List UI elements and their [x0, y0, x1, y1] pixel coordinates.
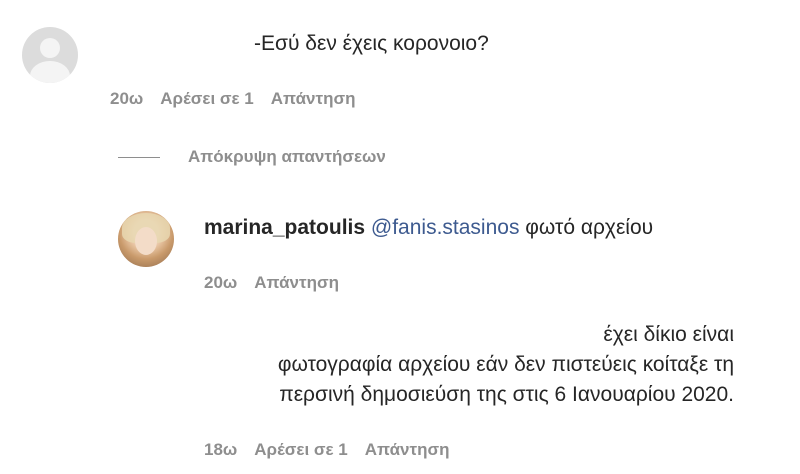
reply-body-line-1: έχει δίκιο είναι — [603, 323, 734, 346]
avatar-body-shape — [30, 61, 70, 83]
comment-timestamp[interactable]: 20ω — [110, 89, 143, 109]
reply-body: έχει δίκιο είναι φωτογραφία αρχείου εάν … — [200, 320, 734, 410]
reply-timestamp[interactable]: 18ω — [204, 440, 237, 460]
likes-count-link[interactable]: Αρέσει σε 1 — [160, 89, 253, 109]
mention-link[interactable]: @fanis.stasinos — [371, 216, 520, 239]
reply-text: φωτό αρχείου — [519, 216, 654, 239]
hide-replies-label: Απόκρυψη απαντήσεων — [188, 147, 386, 166]
reply-meta: 20ω Απάντηση — [204, 273, 339, 293]
reply-button[interactable]: Απάντηση — [271, 89, 356, 109]
user-avatar[interactable] — [118, 211, 174, 267]
reply-button[interactable]: Απάντηση — [254, 273, 339, 293]
reply-line: marina_patoulis @fanis.stasinos φωτό αρχ… — [204, 213, 653, 243]
comment-meta: 20ω Αρέσει σε 1 Απάντηση — [110, 89, 355, 109]
hide-replies-toggle[interactable]: Απόκρυψη απαντήσεων — [118, 147, 386, 167]
reply-timestamp[interactable]: 20ω — [204, 273, 237, 293]
avatar-head-shape — [40, 38, 60, 58]
reply-button[interactable]: Απάντηση — [365, 440, 450, 460]
comment-text: -Εσύ δεν έχεις κορονοιο? — [254, 32, 489, 55]
reply-meta: 18ω Αρέσει σε 1 Απάντηση — [204, 440, 449, 460]
avatar-face-shape — [135, 227, 157, 255]
reply-body-line-3: περσινή δημοσιεύση της στις 6 Ιανουαρίου… — [279, 383, 734, 406]
avatar-placeholder[interactable] — [22, 27, 78, 83]
likes-count-link[interactable]: Αρέσει σε 1 — [254, 440, 347, 460]
divider-line — [118, 156, 160, 158]
reply-body-line-2: φωτογραφία αρχείου εάν δεν πιστεύεις κοί… — [277, 353, 734, 376]
username-link[interactable]: marina_patoulis — [204, 216, 365, 239]
